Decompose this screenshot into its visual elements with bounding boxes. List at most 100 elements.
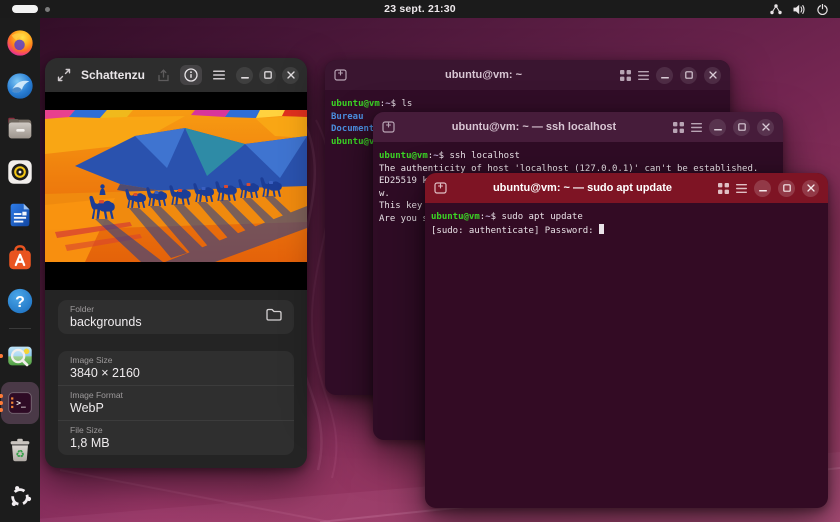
detail-row: Image Size 3840 × 2160 (58, 351, 294, 385)
window-title: ubuntu@vm: ~ — ssh localhost (402, 121, 666, 133)
dock-item-trash[interactable]: ♻ (3, 433, 37, 467)
terminal-text-segment: ubuntu@vm (431, 212, 480, 222)
terminal-1-titlebar[interactable]: ubuntu@vm: ~ (325, 60, 730, 90)
running-indicator (0, 394, 3, 412)
terminal-3-content[interactable]: ubuntu@vm:~$ sudo apt update [sudo: authe… (425, 203, 828, 508)
dock-item-thunderbird[interactable] (3, 69, 37, 103)
dock-separator (9, 328, 31, 329)
tab-overview-icon[interactable] (673, 122, 684, 133)
terminal-3-titlebar[interactable]: ubuntu@vm: ~ — sudo apt update (425, 173, 828, 203)
detail-row: File Size 1,8 MB (58, 421, 294, 455)
terminal-text-segment: sudo apt update (501, 212, 582, 222)
dock-item-files[interactable] (3, 112, 37, 146)
image-viewer-titlebar[interactable]: Schattenzu… (45, 58, 307, 92)
tab-overview-icon[interactable] (718, 183, 729, 194)
maximize-button[interactable] (733, 119, 750, 136)
terminal-text-segment: [sudo: authenticate] Password: (431, 226, 599, 236)
terminal-text-segment: ED25519 k (379, 176, 428, 186)
detail-value: WebP (70, 401, 282, 416)
terminal-text-segment: The authenticity of host 'localhost (127… (379, 164, 758, 174)
image-viewer-window: Schattenzu… (45, 58, 307, 468)
close-button[interactable] (704, 67, 721, 84)
close-button[interactable] (757, 119, 774, 136)
window-title: ubuntu@vm: ~ (354, 69, 613, 81)
fullscreen-icon[interactable] (53, 65, 75, 85)
dock-item-image-viewer[interactable] (3, 339, 37, 373)
info-button[interactable] (180, 65, 202, 85)
camel-artwork (45, 110, 307, 262)
trash-icon: ♻ (5, 435, 35, 465)
dock-item-ubuntu-logo[interactable] (3, 480, 37, 514)
close-button[interactable] (802, 180, 819, 197)
minimize-button[interactable] (656, 67, 673, 84)
dock-item-firefox[interactable] (3, 26, 37, 60)
maximize-button[interactable] (259, 67, 276, 84)
dock-item-libreoffice[interactable] (3, 198, 37, 232)
image-canvas (45, 92, 307, 290)
share-icon[interactable] (152, 65, 174, 85)
dock-item-terminal[interactable]: >_ (1, 382, 39, 424)
desktop: 23 sept. 21:30 (0, 0, 840, 522)
detail-row: Image Format WebP (58, 386, 294, 420)
dock-item-app-center[interactable] (3, 241, 37, 275)
folder-card[interactable]: Folder backgrounds (58, 300, 294, 334)
svg-text:>_: >_ (16, 398, 26, 407)
terminal-text-segment: ls (401, 99, 412, 109)
maximize-button[interactable] (778, 180, 795, 197)
rhythmbox-icon (5, 157, 35, 187)
minimize-button[interactable] (754, 180, 771, 197)
detail-label: Image Format (70, 390, 282, 401)
terminal-text-segment: ubuntu@vm (379, 151, 428, 161)
thunderbird-icon (5, 71, 35, 101)
terminal-icon: >_ (5, 388, 35, 418)
close-button[interactable] (282, 67, 299, 84)
svg-text:?: ? (15, 294, 25, 311)
folder-label: Folder (70, 304, 266, 315)
minimize-button[interactable] (709, 119, 726, 136)
window-title: Schattenzu… (81, 68, 146, 82)
terminal-line: ubuntu@vm:~$ ssh localhost (379, 150, 777, 163)
new-tab-icon[interactable] (434, 182, 447, 194)
files-icon (5, 114, 35, 144)
detail-label: Image Size (70, 355, 282, 366)
menu-icon[interactable] (638, 71, 649, 80)
terminal-text-segment: This key (379, 201, 428, 211)
detail-label: File Size (70, 425, 282, 436)
network-icon[interactable] (770, 4, 782, 15)
ubuntu-logo-icon (7, 484, 33, 510)
folder-value: backgrounds (70, 315, 266, 330)
terminal-line: ubuntu@vm:~$ sudo apt update (431, 211, 822, 224)
menu-icon[interactable] (208, 65, 230, 85)
power-icon[interactable] (817, 4, 828, 15)
volume-icon[interactable] (793, 4, 806, 15)
terminal-text-segment: Are you s (379, 214, 428, 224)
maximize-button[interactable] (680, 67, 697, 84)
terminal-text-segment: w. (379, 189, 390, 199)
open-folder-icon[interactable] (266, 308, 282, 326)
new-tab-icon[interactable] (334, 69, 347, 81)
minimize-button[interactable] (236, 67, 253, 84)
running-indicator (0, 354, 3, 358)
detail-value: 1,8 MB (70, 436, 282, 451)
menu-icon[interactable] (691, 123, 702, 132)
tab-overview-icon[interactable] (620, 70, 631, 81)
terminal-line: ubuntu@vm:~$ ls (331, 98, 724, 111)
new-tab-icon[interactable] (382, 121, 395, 133)
window-title: ubuntu@vm: ~ — sudo apt update (454, 182, 711, 194)
clock[interactable]: 23 sept. 21:30 (0, 3, 840, 15)
dock-item-rhythmbox[interactable] (3, 155, 37, 189)
terminal-text-segment: Bureau (331, 112, 364, 122)
system-status-area[interactable] (770, 4, 828, 15)
help-icon: ? (5, 286, 35, 316)
terminal-2-titlebar[interactable]: ubuntu@vm: ~ — ssh localhost (373, 112, 783, 142)
terminal-text-segment: ubuntu@vm (331, 99, 380, 109)
terminal-cursor (599, 224, 605, 234)
terminal-text-segment: $ (439, 151, 450, 161)
dock-item-help[interactable]: ? (3, 284, 37, 318)
terminal-text-segment: ssh localhost (449, 151, 519, 161)
details-card: Image Size 3840 × 2160 Image Format WebP… (58, 351, 294, 455)
firefox-icon (5, 28, 35, 58)
menu-icon[interactable] (736, 184, 747, 193)
terminal-text-segment: $ (491, 212, 502, 222)
terminal-text-segment: $ (391, 99, 402, 109)
